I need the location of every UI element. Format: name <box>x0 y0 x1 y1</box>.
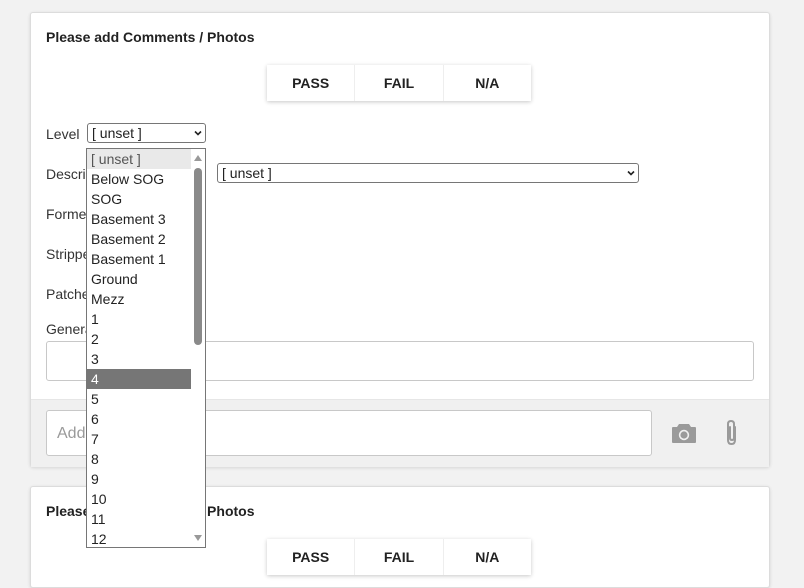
description-select[interactable]: [ unset ] <box>217 163 639 183</box>
card-title: Please add Comments / Photos <box>46 29 255 45</box>
level-option[interactable]: 9 <box>87 469 191 489</box>
pass-button[interactable]: PASS <box>267 65 356 101</box>
level-option[interactable]: 1 <box>87 309 191 329</box>
pass-fail-toggle: PASS FAIL N/A <box>267 539 531 575</box>
level-option[interactable]: 5 <box>87 389 191 409</box>
camera-icon[interactable] <box>671 422 697 444</box>
level-option[interactable]: 2 <box>87 329 191 349</box>
pass-button[interactable]: PASS <box>267 539 356 575</box>
paperclip-icon[interactable] <box>722 419 742 447</box>
chevron-down-icon <box>194 130 202 136</box>
level-option[interactable]: 7 <box>87 429 191 449</box>
na-button[interactable]: N/A <box>444 539 531 575</box>
level-option[interactable]: Basement 2 <box>87 229 191 249</box>
level-option[interactable]: Basement 3 <box>87 209 191 229</box>
level-options: [ unset ] Below SOG SOG Basement 3 Basement … <box>87 149 191 547</box>
dropdown-scrollbar[interactable] <box>191 149 205 547</box>
level-option[interactable]: 3 <box>87 349 191 369</box>
pass-fail-toggle: PASS FAIL N/A <box>267 65 531 101</box>
level-dropdown-list: [ unset ] Below SOG SOG Basement 3 Basement … <box>86 148 206 548</box>
fail-button[interactable]: FAIL <box>355 65 444 101</box>
level-option[interactable]: Ground <box>87 269 191 289</box>
level-option[interactable]: 10 <box>87 489 191 509</box>
triangle-down-icon[interactable] <box>194 535 202 541</box>
level-option[interactable]: 8 <box>87 449 191 469</box>
scrollbar-thumb[interactable] <box>194 168 202 345</box>
level-option[interactable]: Mezz <box>87 289 191 309</box>
level-label: Level <box>46 126 80 142</box>
level-option[interactable]: Basement 1 <box>87 249 191 269</box>
na-button[interactable]: N/A <box>444 65 531 101</box>
level-option[interactable]: 6 <box>87 409 191 429</box>
level-option[interactable]: [ unset ] <box>87 149 191 169</box>
description-select-value: [ unset ] <box>222 165 272 181</box>
level-option[interactable]: SOG <box>87 189 191 209</box>
level-select[interactable]: [ unset ] <box>87 123 206 143</box>
level-option[interactable]: 11 <box>87 509 191 529</box>
chevron-down-icon <box>627 170 635 176</box>
level-option[interactable]: 4 <box>87 369 191 389</box>
level-option[interactable]: 12 <box>87 529 191 547</box>
fail-button[interactable]: FAIL <box>355 539 444 575</box>
level-select-value: [ unset ] <box>92 125 142 141</box>
triangle-up-icon[interactable] <box>194 155 202 161</box>
level-option[interactable]: Below SOG <box>87 169 191 189</box>
